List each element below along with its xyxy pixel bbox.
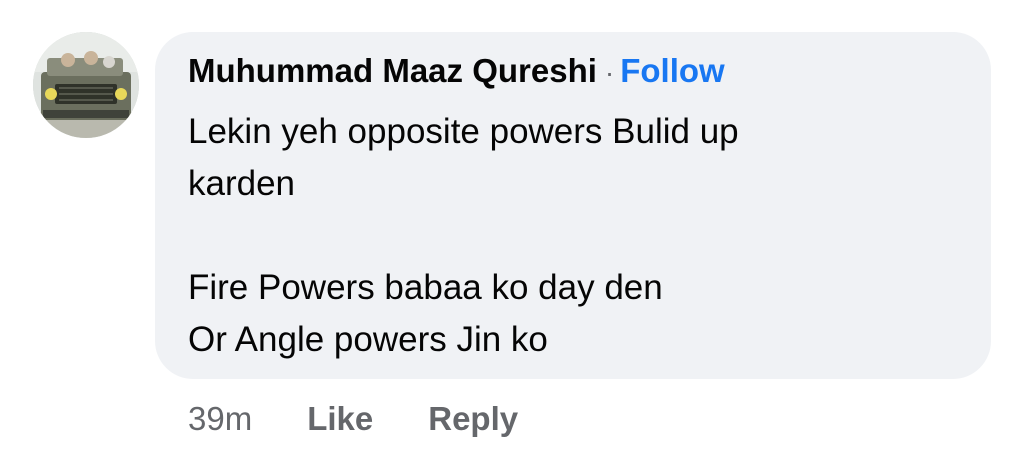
comment-line: Lekin yeh opposite powers Bulid up [188,112,739,151]
comment-line: Or Angle powers Jin ko [188,320,548,359]
avatar-photo [33,32,139,138]
comment-blank-line [188,210,948,262]
comment-text: Lekin yeh opposite powers Bulid up karde… [188,106,948,366]
follow-button[interactable]: Follow [620,52,724,89]
avatar[interactable] [33,32,139,138]
like-button[interactable]: Like [307,397,373,441]
comment-actions: 39m Like Reply [188,397,518,441]
author-name[interactable]: Muhummad Maaz Qureshi [188,52,597,89]
separator-dot: · [604,57,615,88]
comment-line: karden [188,164,296,203]
reply-button[interactable]: Reply [428,397,518,441]
comment-bubble: Muhummad Maaz Qureshi · Follow Lekin yeh o… [155,32,991,379]
comment-timestamp[interactable]: 39m [188,397,252,441]
comment-header: Muhummad Maaz Qureshi · Follow [188,51,725,93]
comment-line: Fire Powers babaa ko day den [188,268,663,307]
